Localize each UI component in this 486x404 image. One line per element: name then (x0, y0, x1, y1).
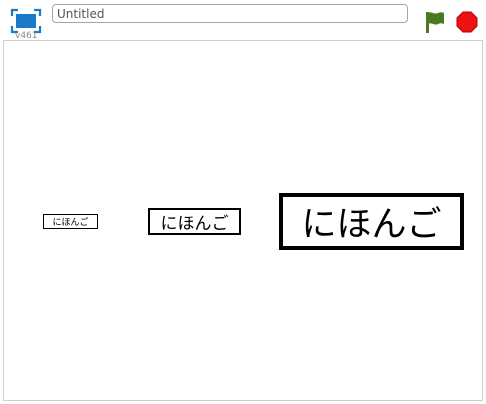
player-window: v461 にほんご にほんご にほんご (0, 0, 486, 404)
project-title-input[interactable] (52, 4, 408, 23)
stage-text-large: にほんご (279, 193, 464, 250)
stage-text-medium: にほんご (148, 208, 241, 235)
stop-sign-icon[interactable] (456, 11, 478, 33)
stage[interactable]: にほんご にほんご にほんご (3, 40, 483, 401)
green-flag-icon[interactable] (422, 10, 446, 34)
stage-text-small: にほんご (43, 214, 98, 229)
player-toolbar: v461 (0, 0, 486, 44)
